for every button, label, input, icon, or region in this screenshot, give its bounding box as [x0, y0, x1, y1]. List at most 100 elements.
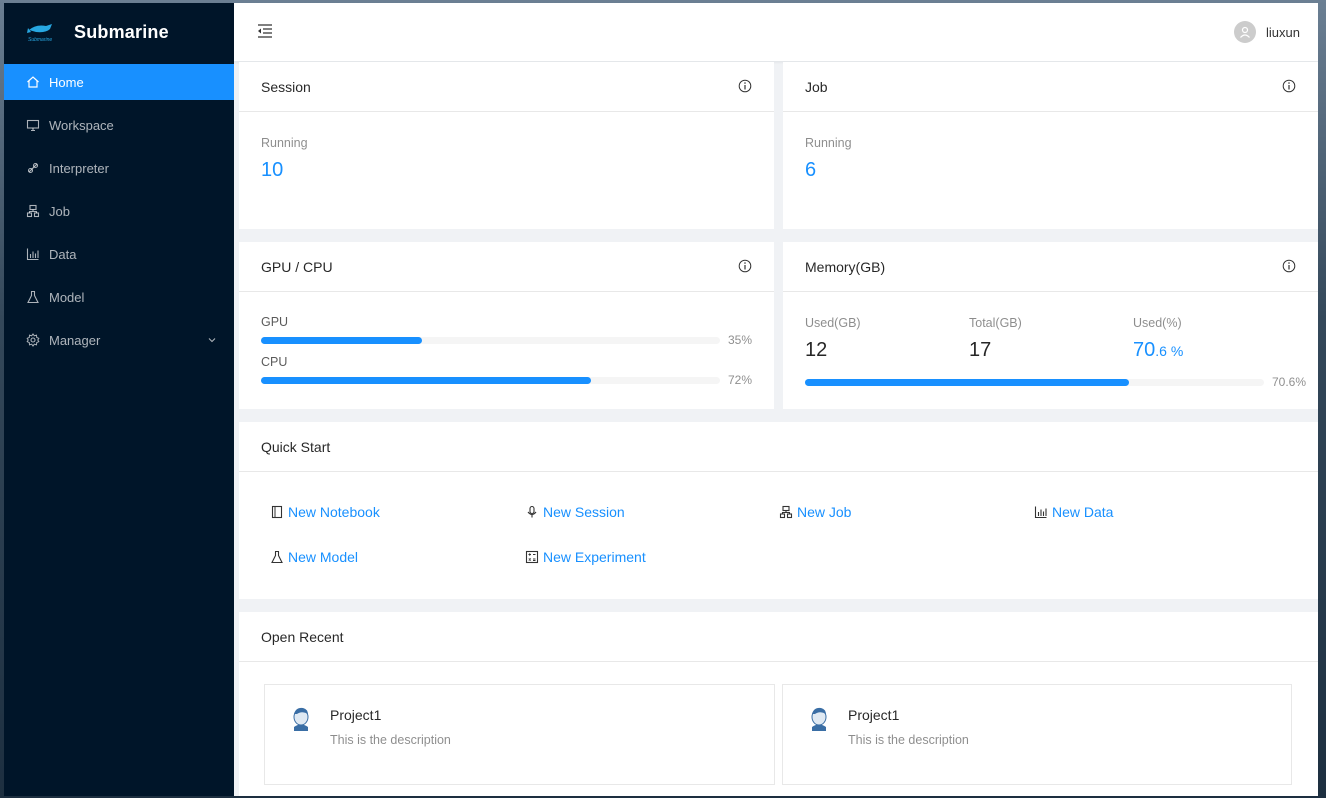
cpu-progress-track — [261, 377, 720, 384]
running-label: Running — [805, 136, 852, 150]
username: liuxun — [1266, 24, 1300, 40]
project-title: Project1 — [330, 707, 382, 723]
sidebar-item-workspace[interactable]: Workspace — [4, 107, 234, 143]
gpu-usage-row: GPU 35% — [261, 315, 756, 355]
new-notebook-label: New Notebook — [288, 504, 380, 520]
card-title: Open Recent — [261, 628, 344, 645]
sidebar-item-home[interactable]: Home — [4, 64, 234, 100]
new-session-link[interactable]: New Session — [525, 504, 625, 520]
info-circle-icon[interactable] — [1282, 79, 1296, 93]
cpu-progress-fill — [261, 377, 592, 384]
project-description: This is the description — [330, 733, 451, 747]
app-title: Submarine — [74, 21, 169, 42]
desktop-icon — [26, 118, 40, 132]
memory-used-label: Used(GB) — [805, 316, 861, 330]
new-model-link[interactable]: New Model — [270, 549, 358, 565]
sidebar-item-interpreter[interactable]: Interpreter — [4, 150, 234, 186]
user-menu[interactable]: liuxun — [1234, 21, 1300, 43]
experiment-icon — [270, 550, 284, 564]
quick-start-card: Quick Start New Notebook New Session New… — [239, 422, 1318, 599]
job-card: Job Running 6 — [783, 62, 1318, 229]
project-title: Project1 — [848, 707, 900, 723]
chevron-down-icon — [208, 338, 216, 343]
memory-progress-track — [805, 379, 1264, 386]
card-title: Quick Start — [261, 438, 331, 455]
cluster-icon — [26, 204, 40, 218]
memory-progress-fill — [805, 379, 1130, 386]
memory-percent-value: 70.6 % — [1133, 339, 1183, 362]
bar-chart-icon — [26, 247, 40, 261]
top-header: liuxun — [234, 3, 1318, 61]
cpu-percent-text: 72% — [728, 373, 753, 387]
sidebar-item-job[interactable]: Job — [4, 193, 234, 229]
sidebar-item-label: Model — [49, 289, 85, 305]
sidebar-item-label: Manager — [49, 332, 101, 348]
app-window: Submarine Submarine Home Workspace Inter… — [4, 3, 1318, 796]
submarine-logo-icon: Submarine — [27, 24, 52, 43]
memory-percent-int: 70 — [1133, 339, 1156, 361]
memory-used-value: 12 — [805, 339, 828, 361]
new-notebook-link[interactable]: New Notebook — [270, 504, 380, 520]
sidebar: Submarine Submarine Home Workspace Inter… — [4, 3, 234, 796]
gpu-progress-track — [261, 337, 720, 344]
user-avatar-icon — [1234, 21, 1257, 43]
project-avatar-icon — [293, 707, 309, 731]
new-data-link[interactable]: New Data — [1034, 504, 1113, 520]
sidebar-item-label: Job — [49, 203, 70, 219]
card-title: Job — [805, 78, 828, 95]
memory-total-stat: Total(GB) 17 — [969, 316, 1022, 362]
audio-icon — [525, 505, 539, 519]
menu-fold-icon[interactable] — [256, 22, 274, 40]
new-experiment-link[interactable]: New Experiment — [525, 549, 646, 565]
memory-total-value: 17 — [969, 339, 992, 361]
info-circle-icon[interactable] — [1282, 259, 1296, 273]
session-running-count: 10 — [261, 159, 284, 181]
card-title: Memory(GB) — [805, 258, 886, 275]
gpu-progress-fill — [261, 337, 422, 344]
new-job-label: New Job — [797, 504, 852, 520]
bar-chart-icon — [1034, 505, 1048, 519]
memory-percent-frac: .6 % — [1155, 343, 1184, 359]
session-card: Session Running 10 — [239, 62, 774, 229]
gpu-label: GPU — [261, 315, 289, 329]
logo-caption: Submarine — [28, 37, 52, 43]
setting-icon — [26, 333, 40, 347]
book-icon — [270, 505, 284, 519]
open-recent-card: Open Recent Project1 This is the descrip… — [239, 612, 1318, 796]
running-label: Running — [261, 136, 308, 150]
calculator-icon — [525, 550, 539, 564]
memory-card: Memory(GB) Used(GB) 12 Total(GB) 17 Used… — [783, 242, 1318, 409]
gpu-cpu-card: GPU / CPU GPU 35% CPU 72% — [239, 242, 774, 409]
memory-percent-label: Used(%) — [1133, 316, 1182, 330]
sidebar-item-manager[interactable]: Manager — [4, 322, 234, 358]
new-job-link[interactable]: New Job — [779, 504, 851, 520]
sidebar-item-model[interactable]: Model — [4, 279, 234, 315]
job-running-count: 6 — [805, 159, 817, 181]
new-model-label: New Model — [288, 549, 359, 565]
home-icon — [26, 75, 40, 89]
project-description: This is the description — [848, 733, 969, 747]
new-session-label: New Session — [543, 504, 625, 520]
cpu-label: CPU — [261, 355, 288, 369]
new-data-label: New Data — [1052, 504, 1114, 520]
cluster-icon — [779, 505, 793, 519]
experiment-icon — [26, 290, 40, 304]
sidebar-item-label: Interpreter — [49, 160, 109, 176]
card-title: GPU / CPU — [261, 258, 333, 275]
memory-percent-text: 70.6% — [1272, 375, 1307, 389]
info-circle-icon[interactable] — [738, 259, 752, 273]
new-experiment-label: New Experiment — [543, 549, 646, 565]
sidebar-item-data[interactable]: Data — [4, 236, 234, 272]
card-title: Session — [261, 78, 311, 95]
api-icon — [26, 161, 40, 175]
sidebar-item-label: Data — [49, 246, 77, 262]
project-card[interactable]: Project1 This is the description — [264, 684, 775, 785]
cpu-usage-row: CPU 72% — [261, 355, 756, 395]
memory-total-label: Total(GB) — [969, 316, 1022, 330]
project-card[interactable]: Project1 This is the description — [782, 684, 1292, 785]
gpu-percent-text: 35% — [728, 333, 753, 347]
logo[interactable]: Submarine Submarine — [4, 3, 234, 61]
sidebar-item-label: Workspace — [49, 117, 114, 133]
info-circle-icon[interactable] — [738, 79, 752, 93]
sidebar-item-label: Home — [49, 74, 84, 90]
